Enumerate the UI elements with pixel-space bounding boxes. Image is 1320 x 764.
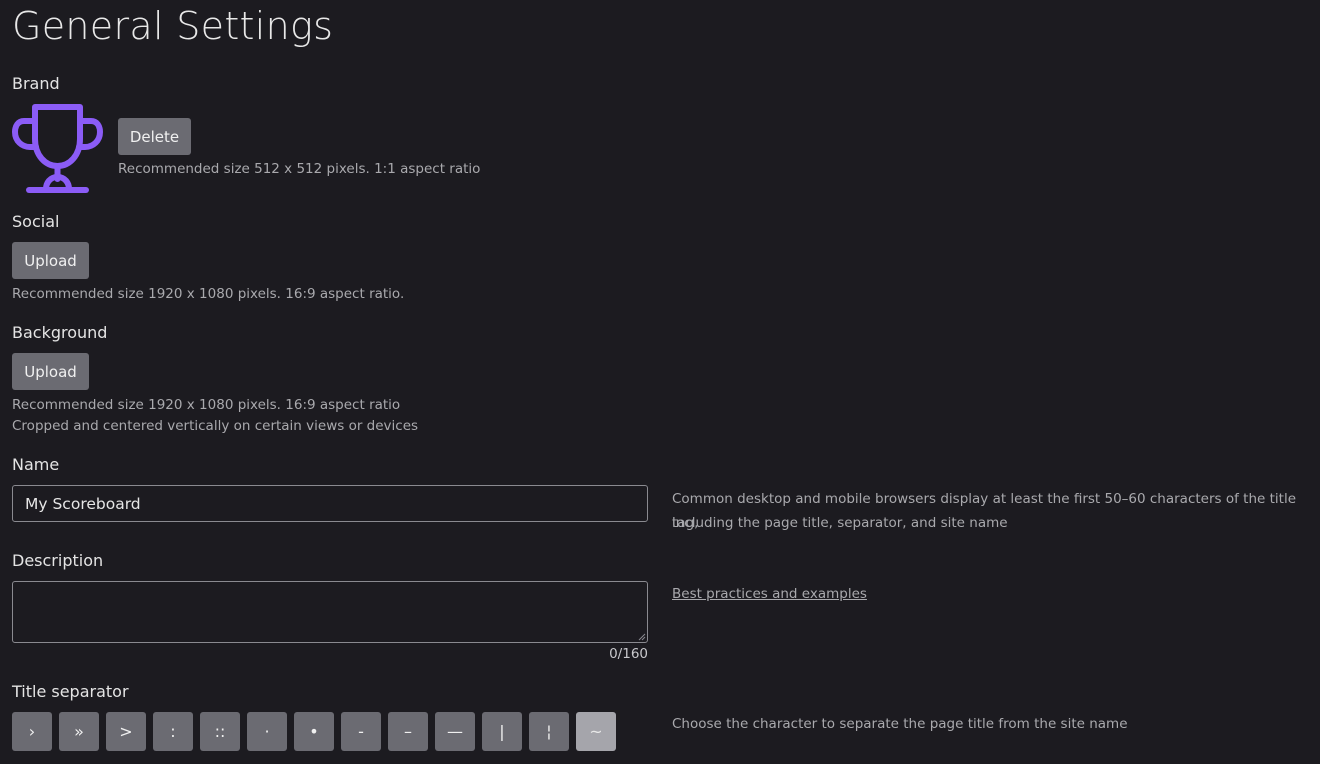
background-hint-size: Recommended size 1920 x 1080 pixels. 16:… <box>12 397 401 413</box>
background-label: Background <box>12 323 108 342</box>
description-char-counter: 0/160 <box>609 646 648 662</box>
page-title: General Settings <box>12 4 334 48</box>
resize-grip-icon[interactable] <box>637 632 646 641</box>
description-textarea[interactable] <box>12 581 648 643</box>
separator-option-4[interactable]: :: <box>200 712 240 751</box>
separator-option-7[interactable]: - <box>341 712 381 751</box>
separator-option-1[interactable]: » <box>59 712 99 751</box>
separator-option-0[interactable]: › <box>12 712 52 751</box>
separator-option-12[interactable]: ~ <box>576 712 616 751</box>
separator-option-3[interactable]: : <box>153 712 193 751</box>
upload-social-button[interactable]: Upload <box>12 242 89 279</box>
title-separator-label: Title separator <box>12 682 129 701</box>
delete-brand-button[interactable]: Delete <box>118 118 191 155</box>
brand-hint: Recommended size 512 x 512 pixels. 1:1 a… <box>118 161 481 177</box>
separator-hint: Choose the character to separate the pag… <box>672 716 1128 732</box>
trophy-icon[interactable] <box>12 103 103 194</box>
name-hint-line2: including the page title, separator, and… <box>672 515 1008 531</box>
name-input[interactable]: My Scoreboard <box>12 485 648 522</box>
description-label: Description <box>12 551 104 570</box>
best-practices-link[interactable]: Best practices and examples <box>672 584 867 604</box>
social-label: Social <box>12 212 60 231</box>
separator-option-6[interactable]: • <box>294 712 334 751</box>
name-input-value: My Scoreboard <box>25 494 141 513</box>
brand-label: Brand <box>12 74 60 93</box>
separator-option-9[interactable]: — <box>435 712 475 751</box>
background-hint-crop: Cropped and centered vertically on certa… <box>12 418 419 434</box>
separator-option-2[interactable]: > <box>106 712 146 751</box>
social-hint: Recommended size 1920 x 1080 pixels. 16:… <box>12 286 405 302</box>
general-settings-page: General Settings Brand Delete Recommende… <box>0 0 1320 764</box>
name-label: Name <box>12 455 60 474</box>
separator-option-11[interactable]: ¦ <box>529 712 569 751</box>
separator-option-8[interactable]: – <box>388 712 428 751</box>
upload-background-button[interactable]: Upload <box>12 353 89 390</box>
separator-option-5[interactable]: · <box>247 712 287 751</box>
separator-option-10[interactable]: | <box>482 712 522 751</box>
